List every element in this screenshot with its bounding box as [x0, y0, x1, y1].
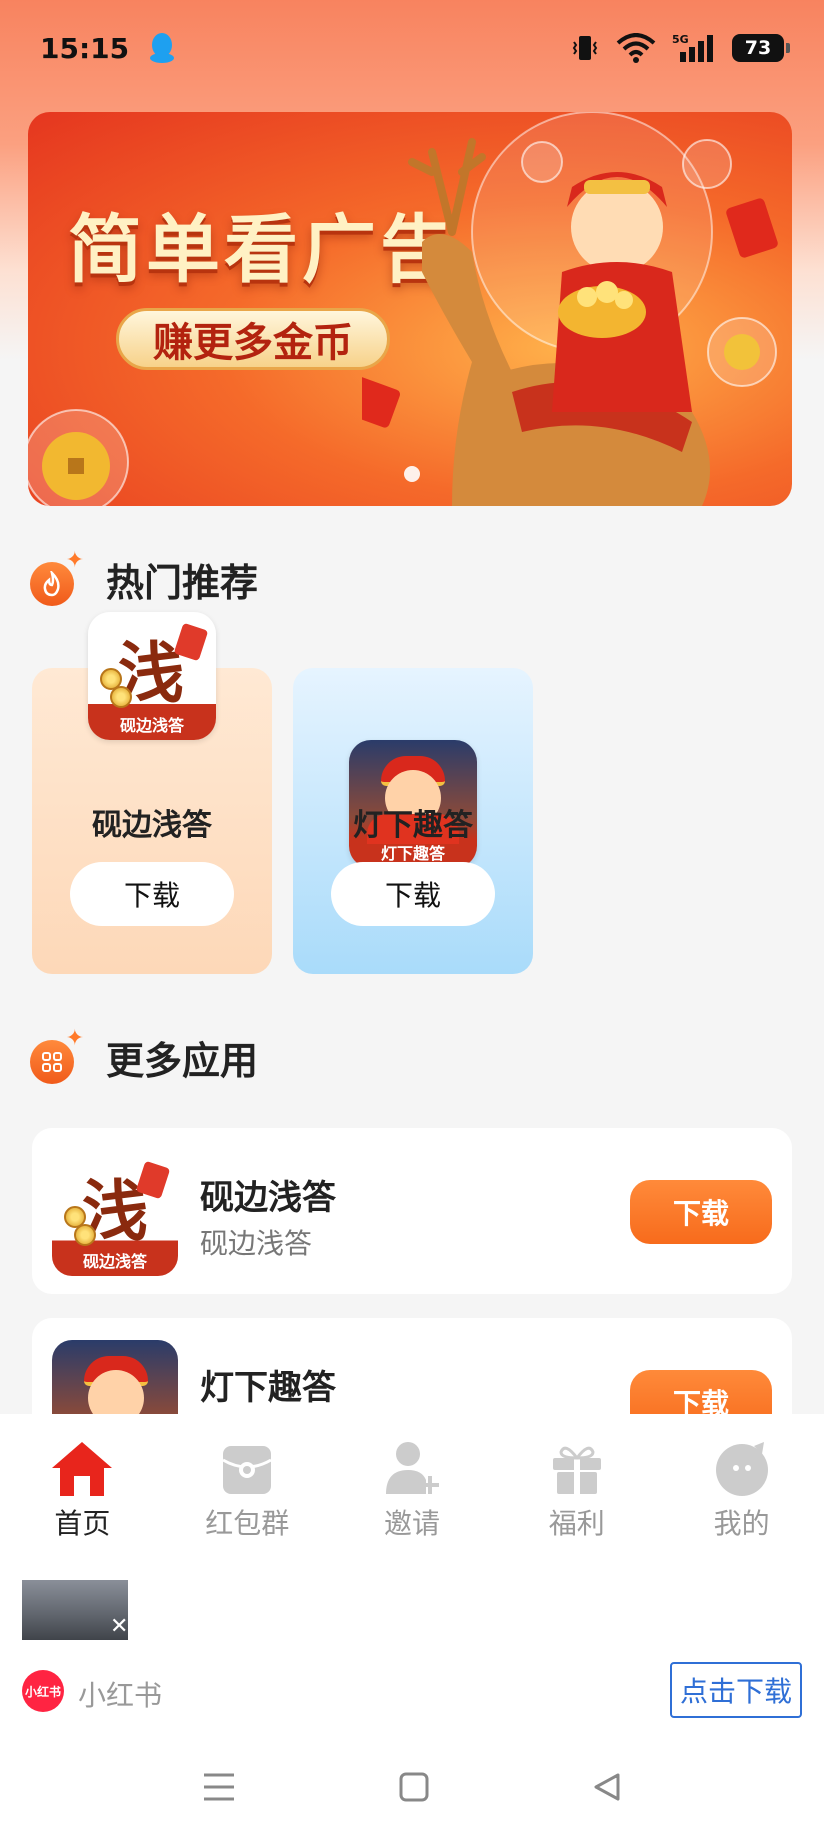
xiaohongshu-logo: 小红书 [22, 1670, 64, 1712]
gold-coin-bubble-illustration [28, 409, 129, 506]
promo-banner[interactable]: 简单看广告 赚更多金币 [28, 112, 792, 506]
nav-item-home[interactable]: 首页 [0, 1414, 165, 1564]
ad-app-name: 小红书 [78, 1679, 163, 1712]
nav-label: 福利 [548, 1507, 605, 1540]
download-button[interactable]: 下载 [630, 1180, 772, 1244]
hot-section-header: ✦ 热门推荐 [30, 548, 259, 607]
app-icon-caption: 砚边浅答 [119, 716, 184, 735]
nav-label: 邀请 [383, 1507, 440, 1540]
profile-icon [715, 1442, 768, 1496]
signal-5g-icon: 5G [672, 33, 713, 62]
system-nav-bar [0, 1734, 824, 1840]
status-bar: 15:15 5G 73 [0, 0, 824, 96]
more-section-header: ✦ 更多应用 [30, 1026, 259, 1085]
svg-text:5G: 5G [672, 33, 689, 46]
app-description: 砚边浅答 [200, 1227, 313, 1260]
invite-icon [385, 1442, 439, 1494]
download-button[interactable]: 下载 [70, 862, 234, 926]
app-name: 砚边浅答 [200, 1178, 336, 1218]
nav-item-red-packet[interactable]: 红包群 [165, 1414, 330, 1564]
bottom-nav: 首页 红包群 邀请 福利 我的 [0, 1414, 824, 1564]
gift-icon [552, 1446, 601, 1494]
ad-banner[interactable]: ✕ 小红书 小红书 点击下载 [0, 1564, 824, 1734]
nav-item-welfare[interactable]: 福利 [494, 1414, 659, 1564]
coin-icon [74, 1224, 96, 1246]
nav-label: 红包群 [205, 1507, 290, 1540]
nav-item-invite[interactable]: 邀请 [330, 1414, 495, 1564]
nav-label: 首页 [54, 1507, 111, 1540]
hot-card-name: 灯下趣答 [353, 808, 473, 843]
hot-fire-icon: ✦ [30, 548, 84, 606]
app-icon-caption: 砚边浅答 [82, 1252, 147, 1271]
app-icon[interactable]: 浅 砚边浅答 [88, 612, 216, 740]
banner-subtitle: 赚更多金币 [116, 308, 390, 370]
nav-label: 我的 [713, 1507, 770, 1540]
qq-icon [150, 33, 175, 63]
deer-fortune-god-illustration [362, 112, 778, 506]
ad-thumbnail[interactable]: ✕ [22, 1580, 128, 1640]
nav-item-mine[interactable]: 我的 [659, 1414, 824, 1564]
home-square-icon[interactable] [399, 1772, 429, 1802]
app-name: 灯下趣答 [200, 1368, 336, 1408]
ad-download-button[interactable]: 点击下载 [670, 1662, 802, 1718]
download-button[interactable]: 下载 [331, 862, 495, 926]
section-title: 热门推荐 [106, 561, 259, 605]
status-time: 15:15 [40, 31, 130, 65]
list-item[interactable]: 浅 砚边浅答 砚边浅答 砚边浅答 下载 [32, 1128, 792, 1294]
status-icons: 5G 73 [570, 32, 790, 64]
battery-indicator: 73 [732, 34, 790, 62]
red-packet-icon [222, 1446, 272, 1494]
wifi-icon [616, 33, 656, 63]
home-icon [52, 1442, 113, 1496]
apps-grid-icon: ✦ [30, 1026, 84, 1084]
app-icon[interactable]: 浅 砚边浅答 [52, 1150, 178, 1276]
back-icon[interactable] [592, 1772, 622, 1802]
banner-pagination-dot[interactable] [404, 466, 420, 482]
hot-card-name: 砚边浅答 [92, 808, 212, 843]
close-icon[interactable]: ✕ [110, 1614, 128, 1639]
coin-icon [110, 686, 132, 708]
section-title: 更多应用 [106, 1039, 259, 1083]
vibrate-icon [572, 36, 598, 60]
menu-icon[interactable] [202, 1772, 236, 1802]
